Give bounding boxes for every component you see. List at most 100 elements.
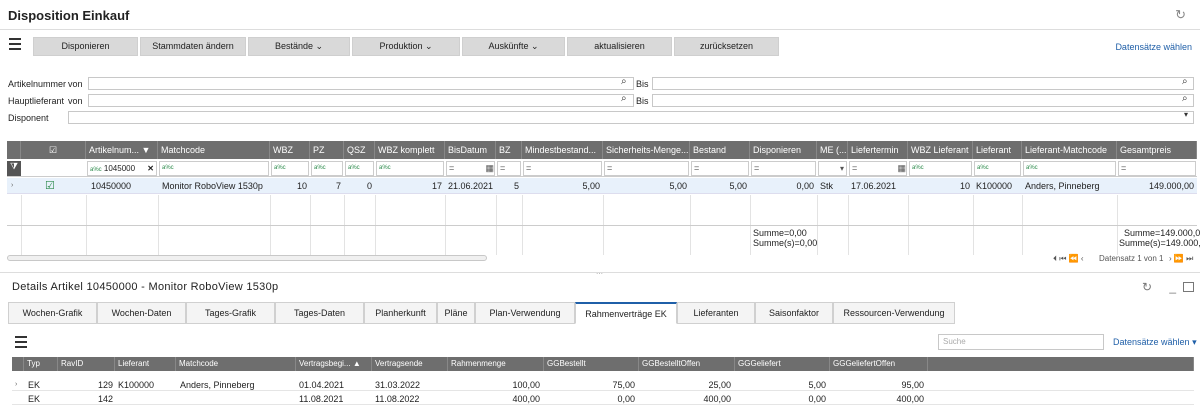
artikelnummer-von-input[interactable] xyxy=(88,77,634,90)
minimize-icon[interactable]: _ xyxy=(1169,280,1176,294)
bottom-header-rahmenmenge[interactable]: Rahmenmenge xyxy=(448,357,544,371)
grid-header-me[interactable]: ME (... xyxy=(817,141,848,159)
table-row[interactable]: › ☑ 10450000 Monitor RoboView 1530p 10 7… xyxy=(7,178,1197,194)
row-checkbox[interactable]: ☑ xyxy=(45,178,57,194)
bottom-header-ravid[interactable]: RavID xyxy=(58,357,115,371)
bottom-header-gggeliefert[interactable]: GGGeliefert xyxy=(735,357,830,371)
search-icon[interactable]: ⌕ xyxy=(621,76,627,87)
lieferant-filter-input[interactable]: a%c xyxy=(974,161,1021,176)
grid-header-qsz[interactable]: QSZ xyxy=(344,141,375,159)
disponieren-button[interactable]: Disponieren xyxy=(33,37,138,56)
pz-filter-input[interactable]: a%c xyxy=(311,161,343,176)
tab-plaene[interactable]: Pläne xyxy=(437,302,475,324)
refresh-icon[interactable]: ↻ xyxy=(1142,280,1152,294)
grid-header-wbz-komplett[interactable]: WBZ komplett xyxy=(375,141,445,159)
tab-wochen-grafik[interactable]: Wochen-Grafik xyxy=(8,302,97,324)
auskuenfte-dropdown[interactable]: Auskünfte ⌄ xyxy=(462,37,565,56)
menu-icon[interactable] xyxy=(15,336,27,348)
gesamtpreis-filter-input[interactable]: = xyxy=(1118,161,1196,176)
pager-nav-icons[interactable]: ⏴ ⏮ ⏪ ‹ xyxy=(1053,254,1084,264)
search-icon[interactable]: ⌕ xyxy=(1182,76,1188,87)
details-title: Details Artikel 10450000 - Monitor RoboV… xyxy=(12,281,279,293)
bisdatum-filter-input[interactable]: = ▦ xyxy=(446,161,495,176)
title-bar: Disposition Einkauf ↻ xyxy=(0,0,1200,30)
tab-lieferanten[interactable]: Lieferanten xyxy=(677,302,755,324)
bottom-header-vertragsende[interactable]: Vertragsende xyxy=(372,357,448,371)
grid-header-mindestbestand[interactable]: Mindestbestand... xyxy=(522,141,603,159)
bottom-header-lieferant[interactable]: Lieferant xyxy=(115,357,176,371)
horizontal-scrollbar[interactable] xyxy=(7,255,487,261)
table-row[interactable]: EK 142 11.08.2021 11.08.2022 400,00 0,00… xyxy=(12,393,1194,405)
grid-header-wbz-lieferant[interactable]: WBZ Lieferant xyxy=(908,141,973,159)
disponent-select[interactable] xyxy=(68,111,1194,124)
aktualisieren-button[interactable]: aktualisieren xyxy=(567,37,672,56)
bottom-header-ggbestelltoffen[interactable]: GGBestelltOffen xyxy=(639,357,735,371)
bestand-filter-input[interactable]: = xyxy=(691,161,749,176)
sicherheit-filter-input[interactable]: = xyxy=(604,161,689,176)
search-input[interactable]: Suche xyxy=(938,334,1104,350)
tab-tages-grafik[interactable]: Tages-Grafik xyxy=(186,302,275,324)
grid-header-matchcode[interactable]: Matchcode xyxy=(158,141,270,159)
artikelnummer-bis-input[interactable] xyxy=(652,77,1194,90)
hauptlieferant-von-input[interactable] xyxy=(88,94,634,107)
tab-saisonfaktor[interactable]: Saisonfaktor xyxy=(755,302,833,324)
produktion-dropdown[interactable]: Produktion ⌄ xyxy=(352,37,460,56)
wbz-lieferant-filter-input[interactable]: a%c xyxy=(909,161,972,176)
wbz-komplett-filter-input[interactable]: a%c xyxy=(376,161,444,176)
bottom-header-matchcode[interactable]: Matchcode xyxy=(176,357,296,371)
tab-tages-daten[interactable]: Tages-Daten xyxy=(275,302,364,324)
artikel-filter-input[interactable]: a%c 1045000 ✕ xyxy=(87,161,157,176)
grid-header-gesamtpreis[interactable]: Gesamtpreis xyxy=(1117,141,1197,159)
tab-rahmenvertraege-ek[interactable]: Rahmenverträge EK xyxy=(575,302,677,324)
refresh-icon[interactable]: ↻ xyxy=(1175,7,1186,23)
datensaetze-waehlen-link[interactable]: Datensätze wählen ▾ xyxy=(1113,337,1197,348)
lieferant-matchcode-filter-input[interactable]: a%c xyxy=(1023,161,1116,176)
table-row[interactable]: › EK 129 K100000 Anders, Pinneberg 01.04… xyxy=(12,379,1194,391)
filter-icon[interactable]: ⧩ xyxy=(7,161,21,176)
matchcode-filter-input[interactable]: a%c xyxy=(159,161,269,176)
chevron-down-icon[interactable]: ▾ xyxy=(1184,110,1188,119)
liefertermin-filter-input[interactable]: = ▦ xyxy=(849,161,907,176)
maximize-icon[interactable] xyxy=(1183,282,1194,292)
grid-header-bisdatum[interactable]: BisDatum xyxy=(445,141,496,159)
disponieren-filter-input[interactable]: = xyxy=(751,161,816,176)
grid-header-lieferant[interactable]: Lieferant xyxy=(973,141,1022,159)
grid-header-bz[interactable]: BZ xyxy=(496,141,522,159)
bottom-header-typ[interactable]: Typ xyxy=(24,357,58,371)
grid-header-select-all[interactable]: ☑ xyxy=(21,141,86,159)
bz-filter-input[interactable]: = xyxy=(497,161,521,176)
me-filter-select[interactable]: ▾ xyxy=(818,161,847,176)
grid-header-sicherheit[interactable]: Sicherheits-Menge... xyxy=(603,141,690,159)
grid-header-liefertermin[interactable]: Liefertermin xyxy=(848,141,908,159)
zuruecksetzen-button[interactable]: zurücksetzen xyxy=(674,37,779,56)
mindestbestand-filter-input[interactable]: = xyxy=(523,161,602,176)
search-icon[interactable]: ⌕ xyxy=(621,93,627,104)
cell-gggeliefert: 5,00 xyxy=(808,380,826,390)
cell-bz: 5 xyxy=(513,181,519,191)
stammdaten-button[interactable]: Stammdaten ändern xyxy=(140,37,246,56)
bottom-header-vertragsbeginn[interactable]: Vertragsbegi... ▲ xyxy=(296,357,372,371)
tab-plan-verwendung[interactable]: Plan-Verwendung xyxy=(475,302,575,324)
datensaetze-waehlen-link[interactable]: Datensätze wählen xyxy=(1115,42,1192,52)
tab-wochen-daten[interactable]: Wochen-Daten xyxy=(97,302,186,324)
grid-header-wbz[interactable]: WBZ xyxy=(270,141,310,159)
cell-ravid: 129 xyxy=(97,380,113,390)
hauptlieferant-bis-input[interactable] xyxy=(652,94,1194,107)
qsz-filter-input[interactable]: a%c xyxy=(345,161,374,176)
splitter-handle[interactable]: ⋯ xyxy=(596,270,603,278)
grid-header-artikel[interactable]: Artikelnum... ▼ xyxy=(86,141,158,159)
grid-header-bestand[interactable]: Bestand xyxy=(690,141,750,159)
wbz-filter-input[interactable]: a%c xyxy=(271,161,309,176)
bottom-header-gggeliefertoffen[interactable]: GGGeliefertOffen xyxy=(830,357,928,371)
bottom-header-ggbestellt[interactable]: GGBestellt xyxy=(544,357,639,371)
pager-next-icons[interactable]: › ⏩ ⏭ xyxy=(1169,254,1193,264)
tab-ressourcen-verwendung[interactable]: Ressourcen-Verwendung xyxy=(833,302,955,324)
grid-header-disponieren[interactable]: Disponieren xyxy=(750,141,817,159)
search-icon[interactable]: ⌕ xyxy=(1182,93,1188,104)
bestaende-dropdown[interactable]: Bestände ⌄ xyxy=(248,37,350,56)
grid-header-lieferant-matchcode[interactable]: Lieferant-Matchcode xyxy=(1022,141,1117,159)
menu-icon[interactable] xyxy=(9,38,21,50)
tab-planherkunft[interactable]: Planherkunft xyxy=(364,302,437,324)
grid-header-pz[interactable]: PZ xyxy=(310,141,344,159)
cell-bestand: 5,00 xyxy=(729,181,747,191)
